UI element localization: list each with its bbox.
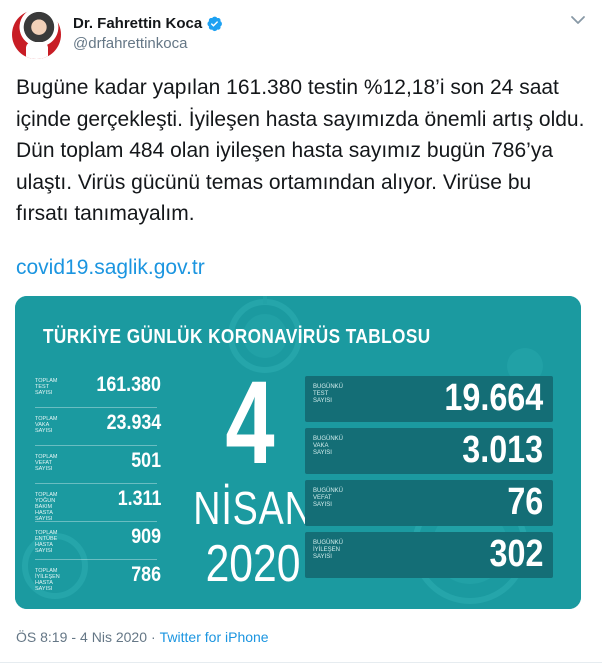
stat-label: TOPLAM VAKA SAYISI xyxy=(35,416,58,434)
tweet-link[interactable]: covid19.saglik.gov.tr xyxy=(16,256,205,280)
tweet-meta: ÖS 8:19 - 4 Nis 2020 · Twitter for iPhon… xyxy=(16,629,269,645)
stat-value: 786 xyxy=(131,563,161,586)
pill-value: 19.664 xyxy=(444,377,543,419)
author-name[interactable]: Dr. Fahrettin Koca xyxy=(73,15,202,32)
date-day: 4 xyxy=(225,357,275,489)
total-icu-stat: TOPLAM YOĞUN BAKIM HASTA SAYISI 1.311 xyxy=(35,484,165,522)
stat-label: TOPLAM VEFAT SAYISI xyxy=(35,454,58,472)
total-test-stat: TOPLAM TEST SAYISI 161.380 xyxy=(35,370,165,408)
stat-value: 1.311 xyxy=(117,487,161,510)
infographic-title: TÜRKİYE GÜNLÜK KORONAVİRÜS TABLOSU xyxy=(43,326,431,348)
chevron-down-icon[interactable] xyxy=(568,10,588,30)
stat-value: 501 xyxy=(131,449,161,472)
verified-badge-icon xyxy=(207,16,223,31)
pill-label: BUGÜNKÜ İYİLEŞEN SAYISI xyxy=(313,540,344,560)
pill-value: 302 xyxy=(489,533,543,575)
total-death-stat: TOPLAM VEFAT SAYISI 501 xyxy=(35,446,165,484)
pill-label: BUGÜNKÜ VEFAT SAYISI xyxy=(313,488,344,508)
total-recovered-stat: TOPLAM İYİLEŞEN HASTA SAYISI 786 xyxy=(35,560,165,598)
daily-case-pill: BUGÜNKÜ VAKA SAYISI 3.013 xyxy=(305,428,553,474)
author-handle[interactable]: @drfahrettinkoca xyxy=(73,35,187,52)
tweet-header: Dr. Fahrettin Koca @drfahrettinkoca xyxy=(0,0,602,60)
stat-value: 909 xyxy=(131,525,161,548)
stat-label: TOPLAM YOĞUN BAKIM HASTA SAYISI xyxy=(35,492,58,522)
total-case-stat: TOPLAM VAKA SAYISI 23.934 xyxy=(35,408,165,446)
date-year: 2020 xyxy=(205,535,301,593)
pill-value: 3.013 xyxy=(462,429,543,471)
daily-recovered-pill: BUGÜNKÜ İYİLEŞEN SAYISI 302 xyxy=(305,532,553,578)
meta-dot: · xyxy=(150,629,156,645)
tweet-image[interactable]: TÜRKİYE GÜNLÜK KORONAVİRÜS TABLOSU TOPLA… xyxy=(15,296,581,609)
total-intubated-stat: TOPLAM ENTÜBE HASTA SAYISI 909 xyxy=(35,522,165,560)
daily-test-pill: BUGÜNKÜ TEST SAYISI 19.664 xyxy=(305,376,553,422)
tweet-time[interactable]: ÖS 8:19 xyxy=(16,629,67,645)
author-name-row[interactable]: Dr. Fahrettin Koca xyxy=(73,13,223,33)
pill-label: BUGÜNKÜ VAKA SAYISI xyxy=(313,436,344,456)
tweet-source-link[interactable]: Twitter for iPhone xyxy=(160,629,269,645)
tweet-date[interactable]: 4 Nis 2020 xyxy=(80,629,147,645)
pill-label: BUGÜNKÜ TEST SAYISI xyxy=(313,384,344,404)
divider xyxy=(0,662,602,663)
daily-death-pill: BUGÜNKÜ VEFAT SAYISI 76 xyxy=(305,480,553,526)
stat-label: TOPLAM ENTÜBE HASTA SAYISI xyxy=(35,530,58,554)
date-month: NİSAN xyxy=(193,482,313,534)
stat-label: TOPLAM İYİLEŞEN HASTA SAYISI xyxy=(35,568,60,592)
stat-value: 161.380 xyxy=(96,373,161,396)
pill-value: 76 xyxy=(507,481,543,523)
stat-label: TOPLAM TEST SAYISI xyxy=(35,378,58,396)
tweet-text: Bugüne kadar yapılan 161.380 testin %12,… xyxy=(16,76,585,225)
meta-separator: - xyxy=(71,629,77,645)
avatar[interactable] xyxy=(12,10,61,59)
stat-value: 23.934 xyxy=(106,411,161,434)
